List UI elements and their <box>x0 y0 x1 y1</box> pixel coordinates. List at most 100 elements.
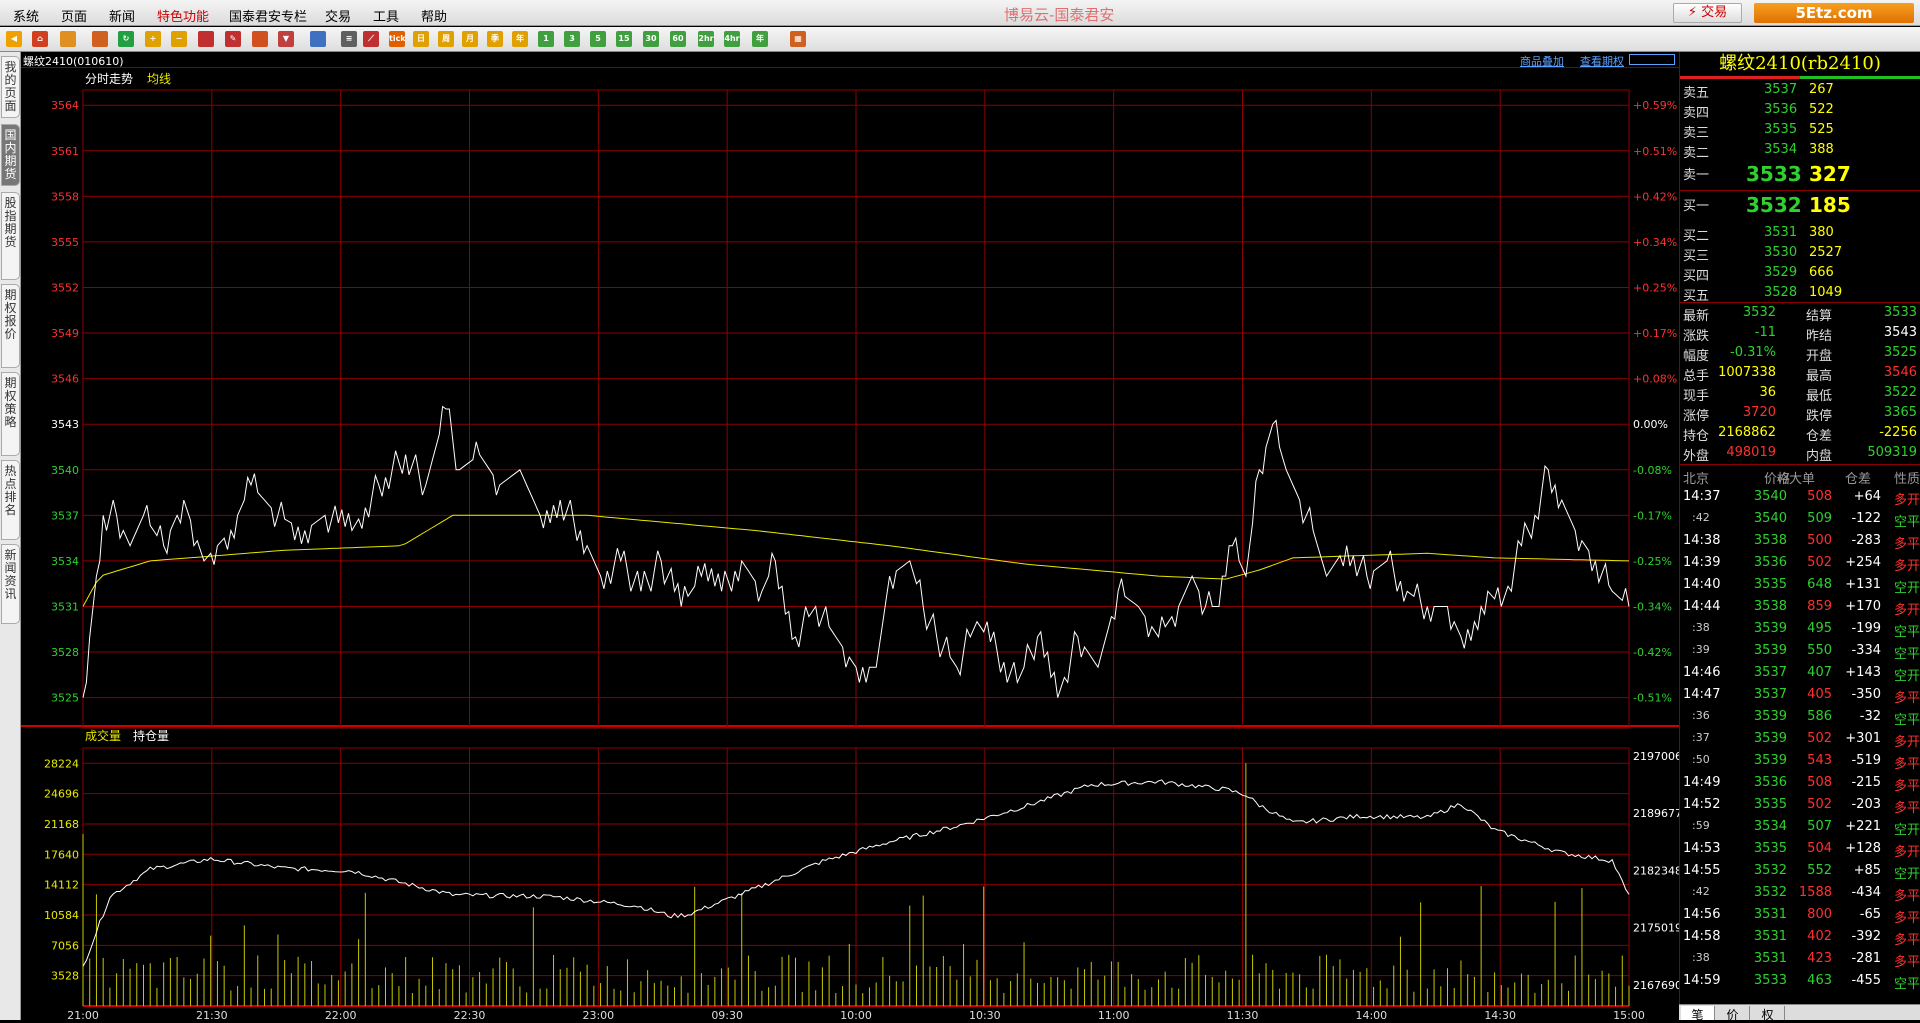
month-icon[interactable]: 月 <box>462 31 478 47</box>
60min-icon[interactable]: 60 <box>670 31 686 47</box>
layout-switch-icon[interactable] <box>1629 54 1675 65</box>
overlay-link[interactable]: 商品叠加 <box>1520 53 1564 69</box>
chart-header: 螺纹2410(010610) 商品叠加 查看期权 <box>21 52 1679 68</box>
zoom-out-icon[interactable]: − <box>171 31 187 47</box>
menu-item-page[interactable]: 页面 <box>61 6 87 25</box>
quarter-icon[interactable]: 季 <box>487 31 503 47</box>
zoom-in-icon[interactable]: + <box>145 31 161 47</box>
menu-item-tools[interactable]: 工具 <box>373 6 399 25</box>
tick-time: 14:49 <box>1683 775 1721 790</box>
window-icon[interactable] <box>198 31 214 47</box>
tick-price: 3531 <box>1753 951 1787 966</box>
left-tab-0[interactable]: 我的页面 <box>1 56 20 118</box>
tick-row: 14:37 3540 508 +64 多开 <box>1680 486 1920 508</box>
left-tab-4[interactable]: 期权策略 <box>1 372 20 456</box>
time-tick-label: 11:00 <box>1098 1009 1130 1020</box>
volume-tick-label: 21168 <box>44 818 79 831</box>
tick-time: 14:37 <box>1683 489 1721 504</box>
back-icon[interactable]: ◀ <box>6 31 22 47</box>
tick-header-time: 北京 <box>1683 472 1710 487</box>
tick-vol: 463 <box>1807 973 1832 988</box>
filter-icon[interactable]: ▼ <box>278 31 294 47</box>
tick-time: 14:39 <box>1683 555 1721 570</box>
bid-qty: 1049 <box>1809 285 1843 300</box>
stat-v1: 36 <box>1759 385 1776 400</box>
2hour-icon[interactable]: 2hr <box>698 31 714 47</box>
view-options-link[interactable]: 查看期权 <box>1580 53 1624 69</box>
folder-icon[interactable] <box>60 31 76 47</box>
3min-icon[interactable]: 3 <box>564 31 580 47</box>
refresh-icon[interactable]: ↻ <box>118 31 134 47</box>
tick-vol: 508 <box>1807 775 1832 790</box>
tick-price: 3539 <box>1753 709 1787 724</box>
menu-item-gtja-column[interactable]: 国泰君安专栏 <box>229 6 307 25</box>
menu-item-features[interactable]: 特色功能 <box>157 6 209 25</box>
tick-time: :39 <box>1692 643 1710 656</box>
tick-price: 3532 <box>1753 885 1787 900</box>
bid-qty: 2527 <box>1809 245 1843 260</box>
tick-row: 14:52 3535 502 -203 多平 <box>1680 794 1920 816</box>
1min-icon[interactable]: 1 <box>538 31 554 47</box>
30min-icon[interactable]: 30 <box>643 31 659 47</box>
stat-l1: 幅度 <box>1683 349 1710 364</box>
tick-nature: 多开 <box>1893 603 1920 618</box>
4hour-icon[interactable]: 4hr <box>724 31 740 47</box>
tick-time: 14:52 <box>1683 797 1721 812</box>
stat-l1: 最新 <box>1683 309 1710 324</box>
tick-nature: 多平 <box>1893 889 1920 904</box>
left-tab-1[interactable]: 国内期货 <box>1 124 20 186</box>
tick-oi: -455 <box>1851 973 1881 988</box>
alarm-icon[interactable] <box>252 31 268 47</box>
trade-button[interactable]: ⚡ 交易 <box>1673 3 1742 23</box>
tick-oi: +64 <box>1853 489 1881 504</box>
menu-item-news[interactable]: 新闻 <box>109 6 135 25</box>
tick-nature: 空平 <box>1893 647 1920 662</box>
timeshare-chart-icon[interactable]: ⟋ <box>363 31 379 47</box>
left-tab-5[interactable]: 热点排名 <box>1 460 20 540</box>
day-icon[interactable]: 日 <box>413 31 429 47</box>
tick-price: 3540 <box>1753 489 1787 504</box>
time-tick-label: 22:00 <box>325 1009 357 1020</box>
tick-icon[interactable]: tick <box>389 31 405 47</box>
time-tick-label: 14:30 <box>1484 1009 1516 1020</box>
percent-tick-label: +0.51% <box>1633 145 1677 158</box>
tick-vol: 402 <box>1807 929 1832 944</box>
tick-time: 14:46 <box>1683 665 1721 680</box>
tick-price: 3539 <box>1753 621 1787 636</box>
percent-tick-label: -0.17% <box>1633 509 1672 522</box>
menu-item-trade[interactable]: 交易 <box>325 6 351 25</box>
pen-icon[interactable]: ✎ <box>225 31 241 47</box>
tick-tab-1[interactable]: 价 <box>1716 1006 1750 1022</box>
tick-tab-2[interactable]: 权 <box>1751 1006 1785 1022</box>
list-icon[interactable]: ≡ <box>341 31 357 47</box>
tick-row: :39 3539 550 -334 空平 <box>1680 640 1920 662</box>
calculator-icon[interactable]: ▦ <box>790 31 806 47</box>
year-icon[interactable]: 年 <box>512 31 528 47</box>
week-icon[interactable]: 周 <box>438 31 454 47</box>
price-tick-label: 3558 <box>51 190 79 203</box>
15min-icon[interactable]: 15 <box>616 31 632 47</box>
tick-row: 14:44 3538 859 +170 多开 <box>1680 596 1920 618</box>
chart-tools-icon[interactable] <box>310 31 326 47</box>
menu-item-system[interactable]: 系统 <box>13 6 39 25</box>
ask-label: 卖二 <box>1683 146 1710 161</box>
left-tab-3[interactable]: 期权报价 <box>1 284 20 368</box>
menu-item-help[interactable]: 帮助 <box>421 6 447 25</box>
price-tick-label: 3540 <box>51 464 79 477</box>
tick-vol: 507 <box>1807 819 1832 834</box>
monitor-icon[interactable] <box>92 31 108 47</box>
stat-v2: 3522 <box>1883 385 1917 400</box>
tick-nature: 多平 <box>1893 537 1920 552</box>
tick-row: 14:40 3535 648 +131 空开 <box>1680 574 1920 596</box>
5min-icon[interactable]: 5 <box>590 31 606 47</box>
percent-tick-label: +0.08% <box>1633 373 1677 386</box>
year-period-icon[interactable]: 年 <box>752 31 768 47</box>
tick-price: 3535 <box>1753 797 1787 812</box>
tick-tab-0[interactable]: 笔 <box>1681 1006 1715 1022</box>
quote-panel: 螺纹2410(rb2410) 卖五 3537 267 卖四 3536 522 卖三 3535 5… <box>1679 52 1920 1020</box>
home-icon[interactable]: ⌂ <box>32 31 48 47</box>
price-tick-label: 3555 <box>51 236 79 249</box>
left-tab-2[interactable]: 股指期货 <box>1 192 20 280</box>
left-tab-6[interactable]: 新闻资讯 <box>1 544 20 624</box>
contract-title: 螺纹2410(010610) <box>23 55 124 68</box>
